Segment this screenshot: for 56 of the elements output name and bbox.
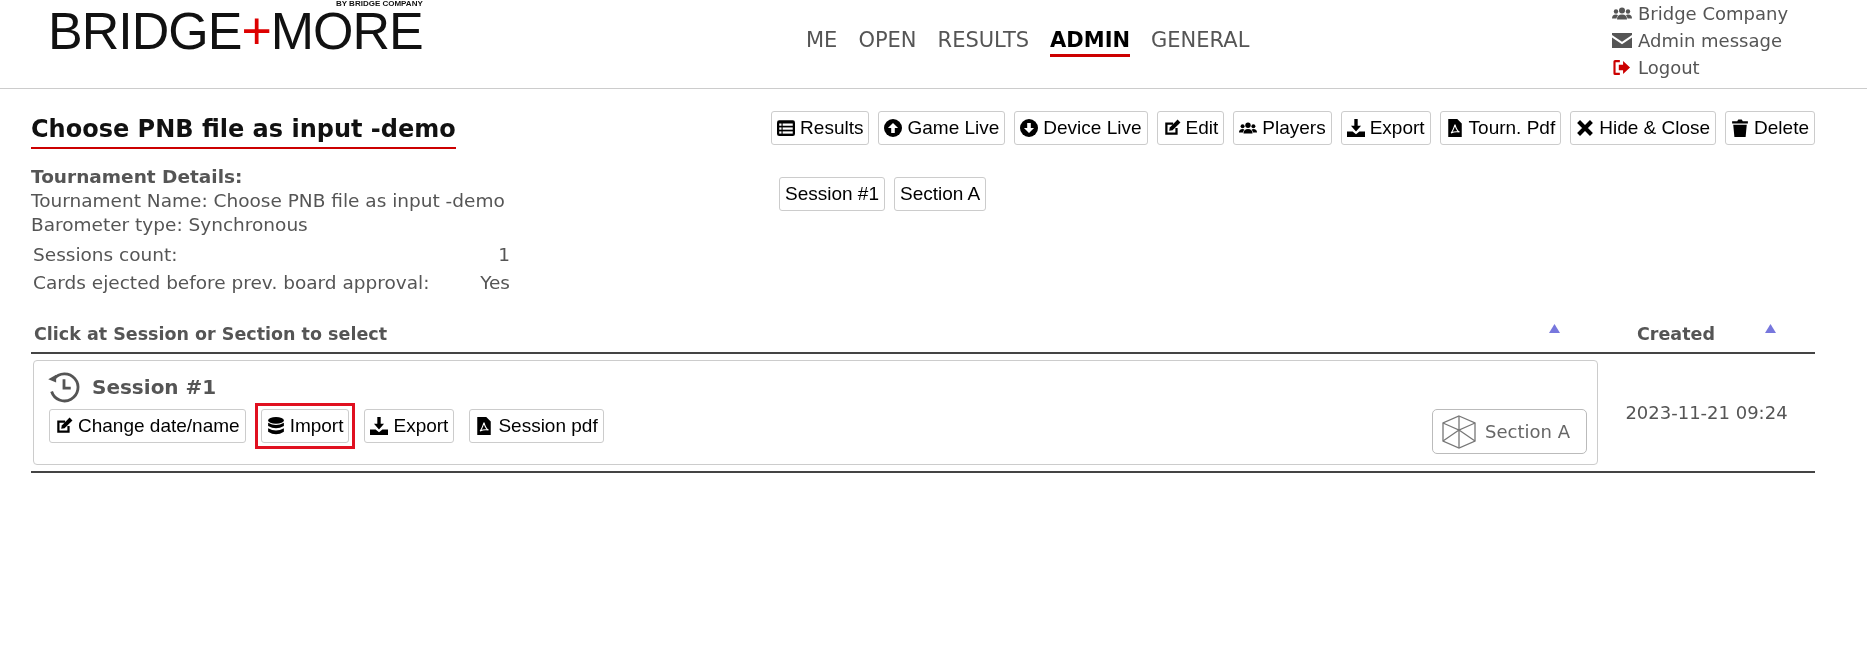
users-icon — [1612, 6, 1632, 21]
toolbar-button[interactable]: Tourn. Pdf — [1439, 111, 1562, 145]
list-icon — [777, 119, 796, 137]
detail-label: Cards ejected before prev. board approval: — [32, 271, 431, 295]
down-arrow-circle-icon — [1020, 119, 1039, 137]
edit-icon — [55, 417, 73, 435]
nav-tab[interactable]: GENERAL — [1151, 28, 1250, 57]
logo[interactable]: BRIDGE+MORE — [48, 8, 423, 54]
nav-tab[interactable]: ME — [806, 28, 838, 57]
nav-tab[interactable]: OPEN — [858, 28, 917, 57]
logo-tagline: BY BRIDGE COMPANY — [335, 0, 423, 8]
toolbar-button[interactable]: Delete — [1725, 111, 1815, 145]
session-button[interactable]: Export — [364, 409, 455, 443]
close-icon — [1576, 119, 1595, 137]
pdf-file-icon — [475, 417, 494, 435]
session-button[interactable]: Session pdf — [469, 409, 604, 443]
nav-tab[interactable]: RESULTS — [937, 28, 1030, 57]
toolbar-button[interactable]: Hide & Close — [1570, 111, 1717, 145]
sort-icon[interactable] — [1764, 323, 1776, 333]
user-menu-link[interactable]: Logout — [1612, 54, 1789, 81]
pdf-file-icon — [1445, 119, 1464, 137]
toolbar-button[interactable]: Export — [1340, 111, 1431, 145]
toolbar-button[interactable]: Players — [1233, 111, 1332, 145]
session-button[interactable]: Import — [260, 409, 350, 443]
toolbar-button[interactable]: Results — [771, 111, 870, 145]
trash-icon — [1731, 119, 1750, 137]
created-date: 2023-11-21 09:24 — [1624, 402, 1789, 423]
column-header: Created — [1637, 323, 1715, 344]
toolbar-button[interactable]: Device Live — [1014, 111, 1148, 145]
detail-text: Barometer type: Synchronous — [31, 213, 309, 237]
page-title: Choose PNB file as input -demo — [31, 115, 456, 149]
section-button[interactable]: Section A — [1432, 409, 1587, 454]
logout-icon — [1612, 60, 1632, 75]
detail-label: Sessions count: — [32, 243, 179, 267]
session-button[interactable]: Change date/name — [49, 409, 246, 443]
user-menu-link[interactable]: Bridge Company — [1612, 0, 1789, 27]
user-menu-link[interactable]: Admin message — [1612, 27, 1789, 54]
detail-value: 1 — [497, 243, 511, 267]
detail-text: Tournament Name: Choose PNB file as input -demo — [31, 189, 506, 213]
up-arrow-circle-icon — [884, 119, 903, 137]
filter-button[interactable]: Session #1 — [779, 177, 885, 211]
detail-value: Yes — [479, 271, 511, 295]
edit-icon — [1162, 119, 1181, 137]
details-heading: Tournament Details: — [31, 165, 244, 189]
download-icon — [370, 417, 389, 435]
nav-tab[interactable]: ADMIN — [1050, 28, 1131, 57]
column-header: Click at Session or Section to select — [34, 323, 387, 344]
envelope-icon — [1612, 33, 1632, 48]
toolbar-button[interactable]: Game Live — [878, 111, 1006, 145]
toolbar-button[interactable]: Edit — [1156, 111, 1225, 145]
sort-icon[interactable] — [1549, 323, 1560, 333]
database-icon — [266, 417, 285, 435]
cube-icon — [1441, 413, 1478, 450]
download-icon — [1346, 119, 1365, 137]
session-name[interactable]: Session #1 — [92, 375, 217, 399]
filter-button[interactable]: Section A — [894, 177, 987, 211]
